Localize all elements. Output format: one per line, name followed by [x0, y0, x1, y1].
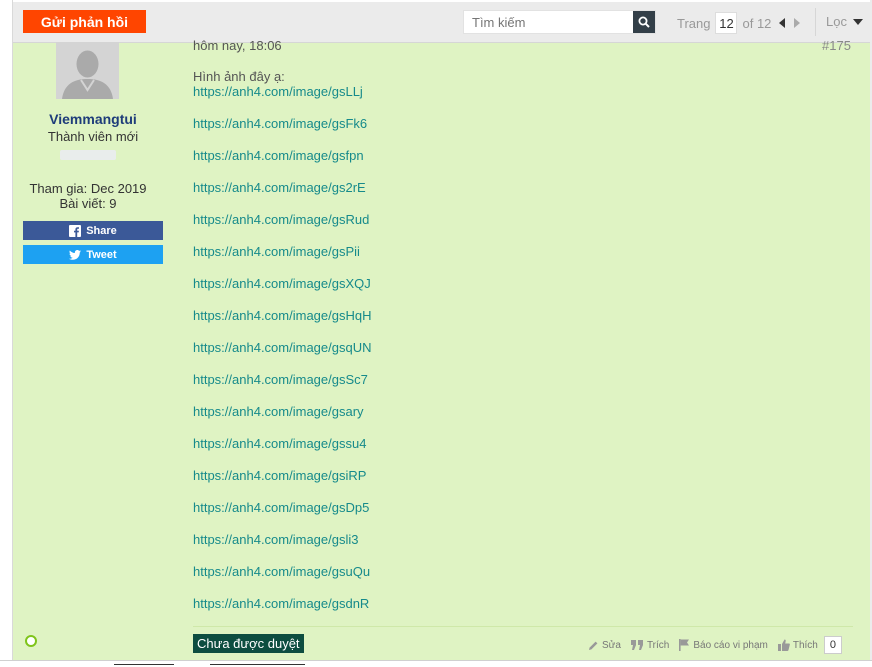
search-button[interactable]	[633, 11, 655, 33]
status-badge: Chưa được duyệt	[193, 634, 304, 653]
quote-button[interactable]: Trích	[630, 639, 670, 651]
list-item: https://anh4.com/image/gsLLj	[193, 84, 371, 116]
edit-button[interactable]: Sửa	[588, 640, 621, 651]
post-timestamp: hôm nay, 18:06	[193, 38, 282, 53]
facebook-icon	[69, 224, 82, 237]
partial-content-line	[210, 664, 305, 665]
like-count: 0	[823, 636, 842, 654]
user-title: Thành viên mới	[47, 129, 139, 144]
user-silhouette-icon	[56, 42, 119, 99]
page-label: Trang	[677, 15, 711, 31]
list-item: https://anh4.com/image/gsli3	[193, 532, 371, 564]
image-link[interactable]: https://anh4.com/image/gsuQu	[193, 564, 370, 579]
list-item: https://anh4.com/image/gsdnR	[193, 596, 371, 628]
image-link[interactable]: https://anh4.com/image/gsdnR	[193, 596, 369, 611]
image-link[interactable]: https://anh4.com/image/gsary	[193, 404, 364, 419]
pencil-icon	[589, 641, 598, 650]
filter-label: Lọc	[826, 14, 847, 29]
list-item: https://anh4.com/image/gsDp5	[193, 500, 371, 532]
filter-dropdown[interactable]: Lọc	[826, 14, 863, 29]
list-item: https://anh4.com/image/gsary	[193, 404, 371, 436]
reply-button[interactable]: Gửi phản hồi	[23, 10, 146, 33]
image-link[interactable]: https://anh4.com/image/gsRud	[193, 212, 369, 227]
edit-label: Sửa	[602, 639, 621, 651]
share-label: Share	[86, 224, 117, 237]
list-item: https://anh4.com/image/gsXQJ	[193, 276, 371, 308]
list-item: https://anh4.com/image/gsuQu	[193, 564, 371, 596]
image-link[interactable]: https://anh4.com/image/gsqUN	[193, 340, 371, 355]
username-link[interactable]: Viemmangtui	[23, 111, 163, 127]
post-count: Bài viết: 9	[59, 196, 117, 211]
search-input[interactable]	[464, 11, 634, 33]
page-bottom-edge	[0, 660, 872, 667]
rank-bar	[60, 150, 116, 160]
image-link[interactable]: https://anh4.com/image/gsiRP	[193, 468, 366, 483]
flag-icon	[679, 639, 690, 651]
image-link[interactable]: https://anh4.com/image/gsLLj	[193, 84, 363, 99]
quote-icon	[630, 640, 643, 650]
image-link[interactable]: https://anh4.com/image/gsfpn	[193, 148, 364, 163]
next-page-icon[interactable]	[794, 18, 801, 28]
image-link[interactable]: https://anh4.com/image/gsli3	[193, 532, 358, 547]
image-link[interactable]: https://anh4.com/image/gssu4	[193, 436, 366, 451]
report-label: Báo cáo vi phạm	[693, 639, 768, 651]
image-link[interactable]: https://anh4.com/image/gsSc7	[193, 372, 368, 387]
list-item: https://anh4.com/image/gsfpn	[193, 148, 371, 180]
facebook-share-button[interactable]: Share	[23, 221, 163, 240]
like-button[interactable]: Thích	[777, 639, 818, 651]
pagination: Trang of 12	[677, 11, 801, 35]
chevron-down-icon	[852, 18, 863, 25]
list-item: https://anh4.com/image/gssu4	[193, 436, 371, 468]
thumbs-up-icon	[777, 639, 790, 651]
list-item: https://anh4.com/image/gsqUN	[193, 340, 371, 372]
image-link[interactable]: https://anh4.com/image/gsXQJ	[193, 276, 371, 291]
list-item: https://anh4.com/image/gsSc7	[193, 372, 371, 404]
quote-label: Trích	[646, 639, 670, 651]
list-item: https://anh4.com/image/gsRud	[193, 212, 371, 244]
post-actions: Sửa Trích Báo cáo vi phạm Thích 0	[588, 636, 842, 654]
toolbar-divider	[815, 8, 816, 36]
image-link[interactable]: https://anh4.com/image/gsFk6	[193, 116, 367, 131]
post-footer-divider	[193, 626, 853, 627]
twitter-bird-icon	[69, 249, 82, 260]
list-item: https://anh4.com/image/gsiRP	[193, 468, 371, 500]
thread-toolbar: Gửi phản hồi Trang of 12 Lọc	[13, 2, 870, 43]
post-number-link[interactable]: #175	[822, 38, 851, 53]
image-link[interactable]: https://anh4.com/image/gs2rE	[193, 180, 366, 195]
partial-content-line	[114, 664, 174, 665]
total-pages: of 12	[742, 15, 772, 31]
post-intro-text: Hình ảnh đây ạ:	[193, 69, 285, 84]
post-link-list: https://anh4.com/image/gsLLj https://anh…	[193, 84, 371, 628]
tweet-label: Tweet	[86, 248, 117, 261]
page-number-input[interactable]	[715, 12, 738, 34]
prev-page-icon[interactable]	[779, 18, 786, 28]
avatar[interactable]	[56, 42, 119, 99]
like-label: Thích	[792, 639, 818, 651]
online-status-icon	[25, 635, 37, 647]
report-button[interactable]: Báo cáo vi phạm	[679, 639, 768, 651]
search-icon	[638, 16, 650, 28]
list-item: https://anh4.com/image/gs2rE	[193, 180, 371, 212]
image-link[interactable]: https://anh4.com/image/gsDp5	[193, 500, 369, 515]
page-gutter	[0, 0, 13, 667]
search-box	[463, 10, 656, 34]
list-item: https://anh4.com/image/gsPii	[193, 244, 371, 276]
image-link[interactable]: https://anh4.com/image/gsHqH	[193, 308, 371, 323]
tweet-button[interactable]: Tweet	[23, 245, 163, 264]
list-item: https://anh4.com/image/gsFk6	[193, 116, 371, 148]
image-link[interactable]: https://anh4.com/image/gsPii	[193, 244, 360, 259]
join-date: Tham gia: Dec 2019	[29, 181, 147, 196]
list-item: https://anh4.com/image/gsHqH	[193, 308, 371, 340]
